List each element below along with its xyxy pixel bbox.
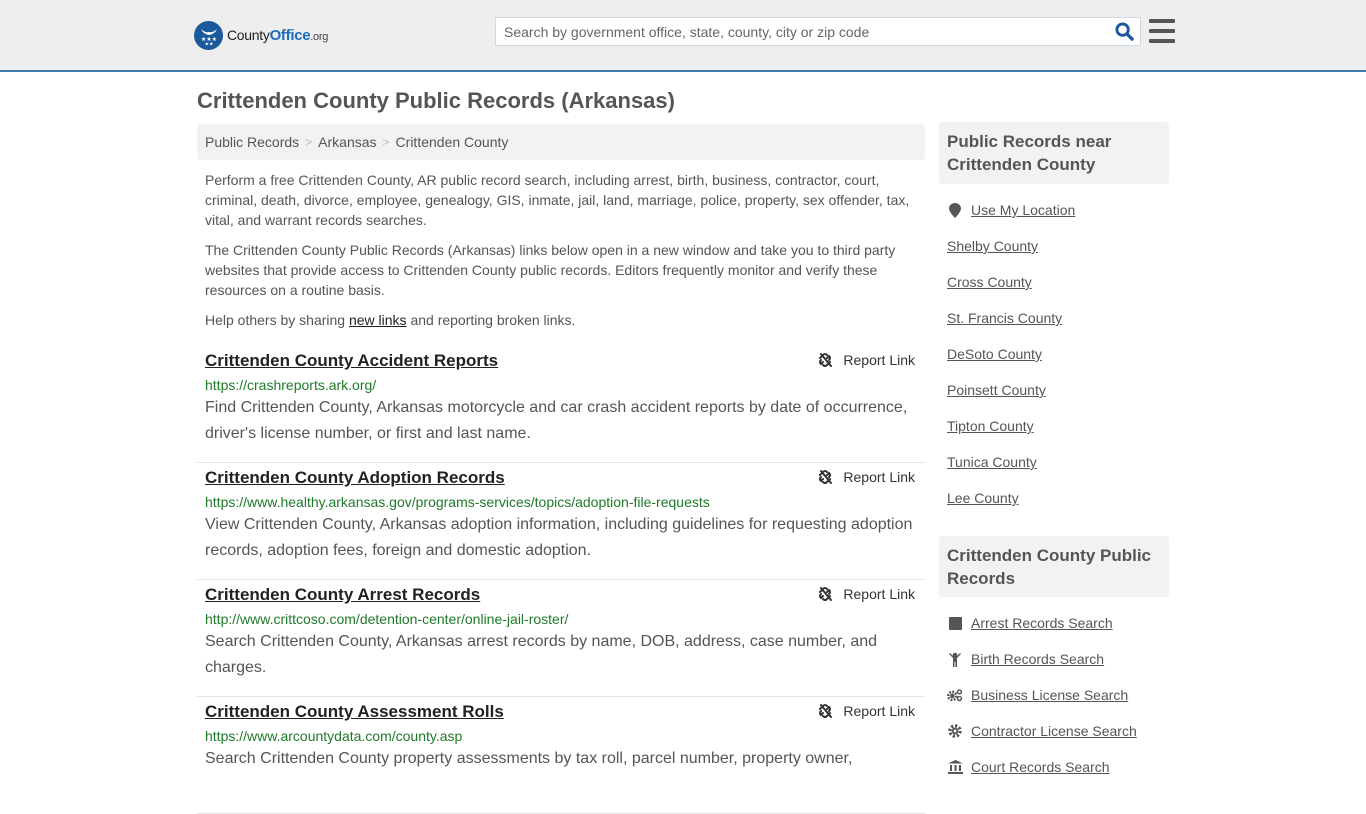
search-input[interactable] xyxy=(496,18,1108,45)
report-link-button[interactable]: Report Link xyxy=(817,352,915,368)
breadcrumb-arkansas[interactable]: Arkansas xyxy=(318,134,376,150)
record-title-link[interactable]: Crittenden County Assessment Rolls xyxy=(205,702,504,722)
nearby-list: Use My Location Shelby County Cross Coun… xyxy=(947,192,1169,516)
logo-name: County xyxy=(227,26,270,43)
nearby-heading: Public Records near Crittenden County xyxy=(939,122,1169,184)
gears-icon xyxy=(947,688,963,702)
record-url[interactable]: https://www.healthy.arkansas.gov/program… xyxy=(205,494,917,510)
arrest-records-search-link[interactable]: Arrest Records Search xyxy=(971,615,1113,631)
breadcrumb-separator: > xyxy=(305,135,313,149)
courthouse-icon xyxy=(947,760,963,774)
record-description: Search Crittenden County property assess… xyxy=(205,750,853,767)
logo-highlight: Office xyxy=(269,26,311,44)
menu-bar xyxy=(1149,29,1175,33)
report-link-button[interactable]: Report Link xyxy=(817,703,915,719)
intro-paragraph-3: Help others by sharing new links and rep… xyxy=(205,310,920,330)
search-bar xyxy=(495,17,1141,46)
county-records-list: Arrest Records Search Birth Records Sear… xyxy=(947,605,1169,785)
report-link-label: Report Link xyxy=(843,352,915,368)
logo-tld: .org xyxy=(310,30,329,43)
new-links-link[interactable]: new links xyxy=(349,312,407,328)
nearby-county-item: Tunica County xyxy=(947,444,1169,480)
page-title: Crittenden County Public Records (Arkans… xyxy=(197,88,675,113)
use-my-location-item: Use My Location xyxy=(947,192,1169,228)
nearby-county-link[interactable]: Poinsett County xyxy=(947,382,1046,398)
county-record-item: Court Records Search xyxy=(947,749,1169,785)
breadcrumb: Public Records > Arkansas > Crittenden C… xyxy=(197,124,925,160)
use-my-location-link[interactable]: Use My Location xyxy=(971,202,1075,218)
report-link-label: Report Link xyxy=(843,469,915,485)
nearby-county-link[interactable]: Lee County xyxy=(947,490,1019,506)
broken-link-icon xyxy=(819,587,833,601)
record-url[interactable]: https://www.arcountydata.com/county.asp xyxy=(205,728,917,744)
record-url[interactable]: https://crashreports.ark.org/ xyxy=(205,377,917,393)
site-logo[interactable]: ★★★ ★★ CountyOffice.org xyxy=(194,20,328,50)
business-license-search-link[interactable]: Business License Search xyxy=(971,687,1128,703)
nearby-county-item: Shelby County xyxy=(947,228,1169,264)
broken-link-icon xyxy=(819,704,833,718)
record-item: Crittenden County Accident Reports Repor… xyxy=(197,346,925,463)
contractor-license-search-link[interactable]: Contractor License Search xyxy=(971,723,1137,739)
gear-icon xyxy=(947,724,963,738)
county-record-item: Arrest Records Search xyxy=(947,605,1169,641)
menu-bar xyxy=(1149,19,1175,23)
breadcrumb-separator: > xyxy=(382,135,390,149)
court-records-search-link[interactable]: Court Records Search xyxy=(971,759,1110,775)
search-button[interactable] xyxy=(1108,18,1140,45)
intro-text-fragment: Help others by sharing xyxy=(205,312,349,328)
nearby-county-item: Poinsett County xyxy=(947,372,1169,408)
record-description: Search Crittenden County, Arkansas arres… xyxy=(205,633,878,676)
county-record-item: Birth Records Search xyxy=(947,641,1169,677)
intro-paragraph-2: The Crittenden County Public Records (Ar… xyxy=(205,242,896,298)
records-list: Crittenden County Accident Reports Repor… xyxy=(197,346,925,814)
record-item: Crittenden County Assessment Rolls Repor… xyxy=(197,697,925,814)
report-link-label: Report Link xyxy=(843,703,915,719)
hamburger-menu-icon[interactable] xyxy=(1149,19,1175,43)
county-record-item: Contractor License Search xyxy=(947,713,1169,749)
square-icon xyxy=(947,616,963,630)
record-item: Crittenden County Adoption Records Repor… xyxy=(197,463,925,580)
nearby-county-item: Tipton County xyxy=(947,408,1169,444)
logo-wordmark: CountyOffice.org xyxy=(227,27,328,44)
nearby-county-link[interactable]: Tunica County xyxy=(947,454,1037,470)
nearby-county-item: DeSoto County xyxy=(947,336,1169,372)
nearby-county-link[interactable]: Tipton County xyxy=(947,418,1034,434)
intro-text: Perform a free Crittenden County, AR pub… xyxy=(205,170,920,340)
county-records-heading: Crittenden County Public Records xyxy=(939,536,1169,597)
nearby-county-link[interactable]: Shelby County xyxy=(947,238,1038,254)
nearby-county-link[interactable]: DeSoto County xyxy=(947,346,1042,362)
report-link-button[interactable]: Report Link xyxy=(817,469,915,485)
site-header: ★★★ ★★ CountyOffice.org xyxy=(0,0,1366,72)
nearby-county-link[interactable]: St. Francis County xyxy=(947,310,1062,326)
record-title-link[interactable]: Crittenden County Arrest Records xyxy=(205,585,480,605)
nearby-county-item: St. Francis County xyxy=(947,300,1169,336)
county-record-item: Business License Search xyxy=(947,677,1169,713)
broken-link-icon xyxy=(819,353,833,367)
nearby-county-item: Cross County xyxy=(947,264,1169,300)
broken-link-icon xyxy=(819,470,833,484)
svg-text:★★: ★★ xyxy=(204,42,213,47)
intro-paragraph-1: Perform a free Crittenden County, AR pub… xyxy=(205,172,910,228)
nearby-county-link[interactable]: Cross County xyxy=(947,274,1032,290)
report-link-label: Report Link xyxy=(843,586,915,602)
intro-text-fragment: and reporting broken links. xyxy=(406,312,576,328)
eagle-stars-icon: ★★★ ★★ xyxy=(194,20,223,50)
record-url[interactable]: http://www.crittcoso.com/detention-cente… xyxy=(205,611,917,627)
nearby-county-item: Lee County xyxy=(947,480,1169,516)
record-description: View Crittenden County, Arkansas adoptio… xyxy=(205,516,913,559)
record-title-link[interactable]: Crittenden County Adoption Records xyxy=(205,468,505,488)
report-link-button[interactable]: Report Link xyxy=(817,586,915,602)
search-icon xyxy=(1114,22,1134,41)
breadcrumb-crittenden-county[interactable]: Crittenden County xyxy=(396,134,509,150)
breadcrumb-public-records[interactable]: Public Records xyxy=(205,134,299,150)
map-pin-icon xyxy=(947,202,963,218)
birth-records-search-link[interactable]: Birth Records Search xyxy=(971,651,1104,667)
record-item: Crittenden County Arrest Records Report … xyxy=(197,580,925,697)
record-description: Find Crittenden County, Arkansas motorcy… xyxy=(205,399,908,442)
record-title-link[interactable]: Crittenden County Accident Reports xyxy=(205,351,498,371)
menu-bar xyxy=(1149,39,1175,43)
child-icon xyxy=(947,652,963,667)
